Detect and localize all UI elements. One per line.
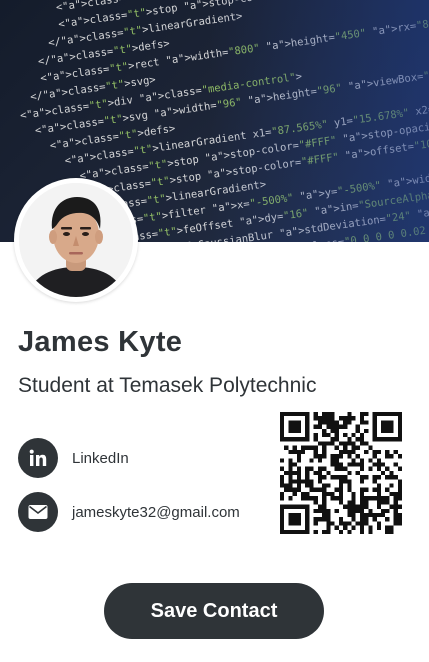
avatar <box>14 178 138 302</box>
qr-code-pattern <box>280 412 402 534</box>
linkedin-link[interactable]: LinkedIn <box>18 438 129 478</box>
email-link[interactable]: jameskyte32@gmail.com <box>18 492 240 532</box>
linkedin-icon <box>18 438 58 478</box>
linkedin-label: LinkedIn <box>72 449 129 467</box>
profile-photo-illustration <box>19 183 133 297</box>
cover-glow <box>209 0 429 242</box>
qr-code <box>280 412 402 534</box>
save-contact-button[interactable]: Save Contact <box>104 583 324 639</box>
profile-title: Student at Temasek Polytechnic <box>18 374 317 397</box>
profile-name: James Kyte <box>18 326 183 358</box>
email-label: jameskyte32@gmail.com <box>72 503 240 521</box>
envelope-icon <box>18 492 58 532</box>
profile-photo <box>19 183 133 297</box>
